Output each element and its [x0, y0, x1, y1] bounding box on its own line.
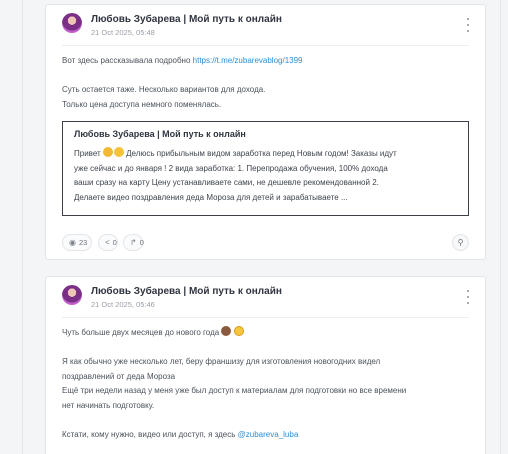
quoted-post[interactable]: Любовь Зубарева | Мой путь к онлайн Прив… — [62, 121, 469, 216]
avatar[interactable] — [62, 285, 82, 305]
post-author[interactable]: Любовь Зубарева | Мой путь к онлайн — [91, 14, 282, 25]
post-date: 21 Oct 2025, 05:46 — [91, 300, 155, 309]
shares-count: 0 — [112, 238, 117, 247]
quoted-text: Привет Делюсь прибыльным видом заработка… — [74, 147, 397, 202]
post-text-line: Кстати, кому нужно, видео или доступ, я … — [62, 429, 238, 439]
more-vertical-icon[interactable] — [465, 18, 471, 32]
eye-icon: ◉ — [69, 237, 76, 247]
post-text: Чуть больше двух месяцев до нового года … — [46, 318, 485, 442]
right-rail-line — [500, 0, 501, 454]
forwards-counter[interactable]: ↱ 0 — [123, 234, 144, 251]
post-text: Вот здесь рассказывала подробно https://… — [46, 46, 485, 112]
post-header: Любовь Зубарева | Мой путь к онлайн 21 O… — [46, 277, 485, 317]
clap-emoji-icon — [102, 147, 113, 157]
post-text-line: Суть остается таже. Несколько вариантов … — [62, 85, 266, 94]
forwards-count: 0 — [139, 238, 144, 247]
left-rail-line — [22, 0, 23, 454]
forward-icon: ↱ — [130, 237, 137, 247]
link-icon[interactable]: ⚲ — [452, 234, 469, 251]
post-text-line: нет начинать подготовку. — [62, 400, 155, 410]
post-card: Любовь Зубарева | Мой путь к онлайн 21 O… — [45, 276, 486, 454]
post-link[interactable]: https://t.me/zubarevablog/1399 — [193, 56, 303, 65]
avatar[interactable] — [62, 13, 82, 33]
shares-counter[interactable]: < 0 — [98, 234, 118, 251]
post-text-line: поздравлений от деда Мороза — [62, 371, 176, 381]
grin-emoji-icon — [233, 326, 244, 336]
post-date: 21 Oct 2025, 05:48 — [91, 28, 155, 37]
post-text-line: Вот здесь рассказывала подробно — [62, 56, 193, 65]
views-count: 23 — [78, 238, 88, 247]
quoted-author: Любовь Зубарева | Мой путь к онлайн — [74, 129, 246, 139]
post-text-line: Чуть больше двух месяцев до нового года — [62, 328, 220, 337]
monkey-emoji-icon — [221, 326, 232, 336]
post-author[interactable]: Любовь Зубарева | Мой путь к онлайн — [91, 286, 282, 297]
mention-link[interactable]: @zubareva_luba — [238, 430, 299, 439]
hands-emoji-icon — [113, 147, 124, 157]
post-text-line: Я как обычно уже несколько лет, беру фра… — [62, 357, 381, 366]
views-counter[interactable]: ◉ 23 — [62, 234, 92, 251]
post-header: Любовь Зубарева | Мой путь к онлайн 21 O… — [46, 5, 485, 45]
post-text-line: Ещё три недели назад у меня уже был дост… — [62, 386, 407, 395]
post-card: Любовь Зубарева | Мой путь к онлайн 21 O… — [45, 4, 486, 260]
post-text-line: Только цена доступа немного поменялась. — [62, 99, 222, 109]
share-icon: < — [105, 237, 110, 247]
post-footer: ◉ 23 < 0 ↱ 0 ⚲ — [62, 234, 469, 251]
more-vertical-icon[interactable] — [465, 290, 471, 304]
